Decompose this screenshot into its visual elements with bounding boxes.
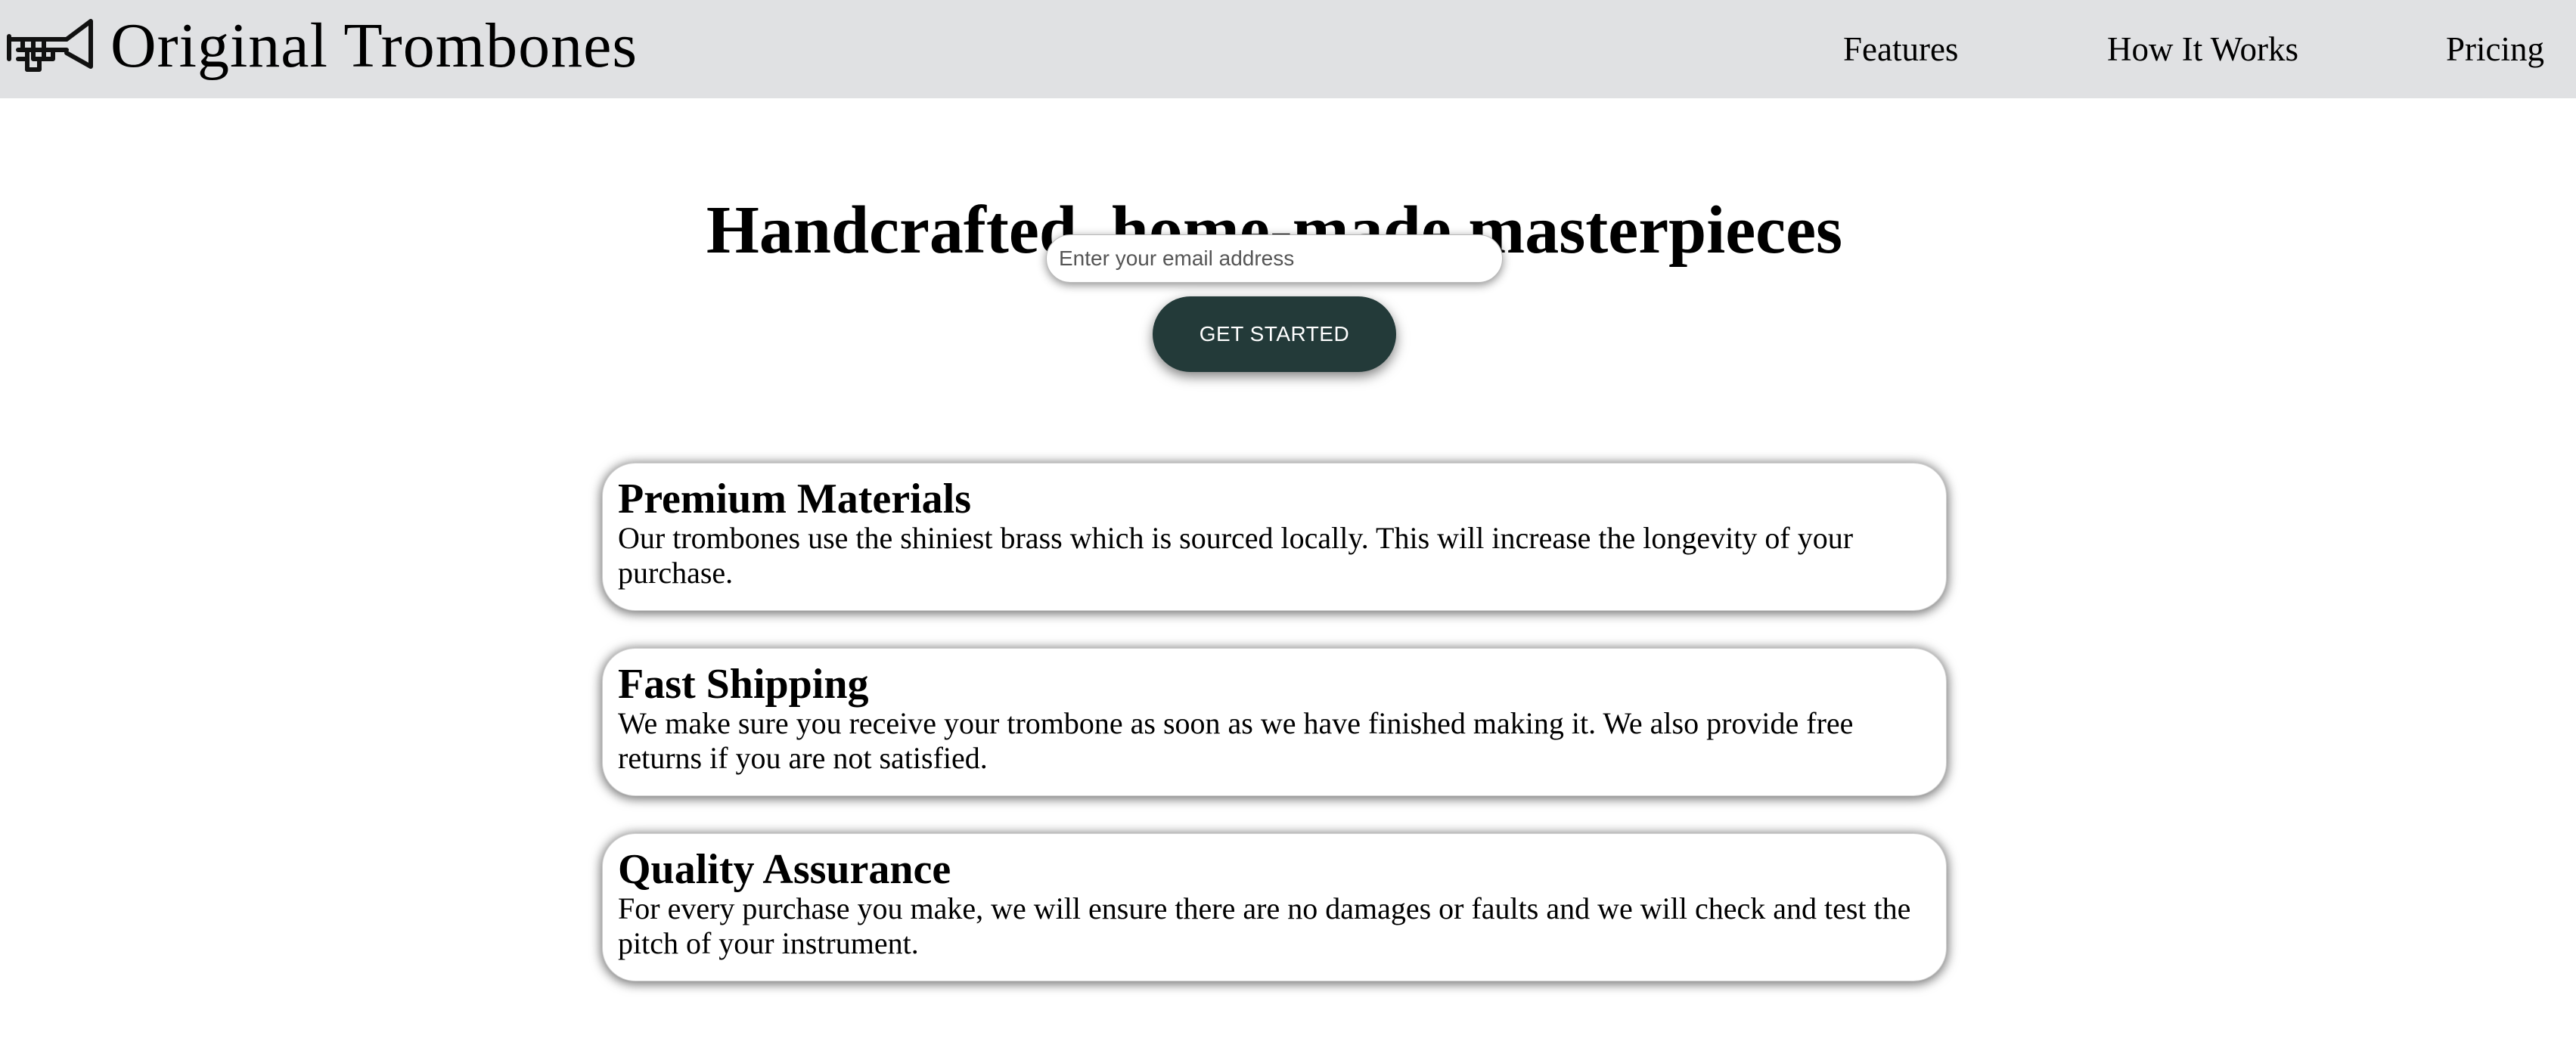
nav-link-pricing[interactable]: Pricing (2446, 27, 2544, 71)
trombone-icon[interactable] (6, 17, 95, 76)
feature-title: Fast Shipping (618, 661, 869, 708)
feature-title: Quality Assurance (618, 846, 951, 893)
brand-name[interactable]: Original Trombones (110, 5, 638, 88)
feature-title: Premium Materials (618, 476, 972, 522)
get-started-button[interactable]: GET STARTED (1153, 296, 1396, 372)
nav-link-how-it-works[interactable]: How It Works (2107, 27, 2298, 71)
feature-text: For every purchase you make, we will ens… (618, 891, 1911, 960)
feature-text: We make sure you receive your trombone a… (618, 706, 1854, 775)
site-header: Original Trombones Features How It Works… (0, 0, 2576, 98)
feature-card-quality-assurance: Quality Assurance For every purchase you… (602, 833, 1947, 981)
feature-card-fast-shipping: Fast Shipping We make sure you receive y… (602, 648, 1947, 796)
email-input[interactable] (1046, 234, 1503, 283)
nav-link-features[interactable]: Features (1843, 27, 1958, 71)
feature-text: Our trombones use the shiniest brass whi… (618, 521, 1854, 590)
feature-card-premium-materials: Premium Materials Our trombones use the … (602, 463, 1947, 611)
